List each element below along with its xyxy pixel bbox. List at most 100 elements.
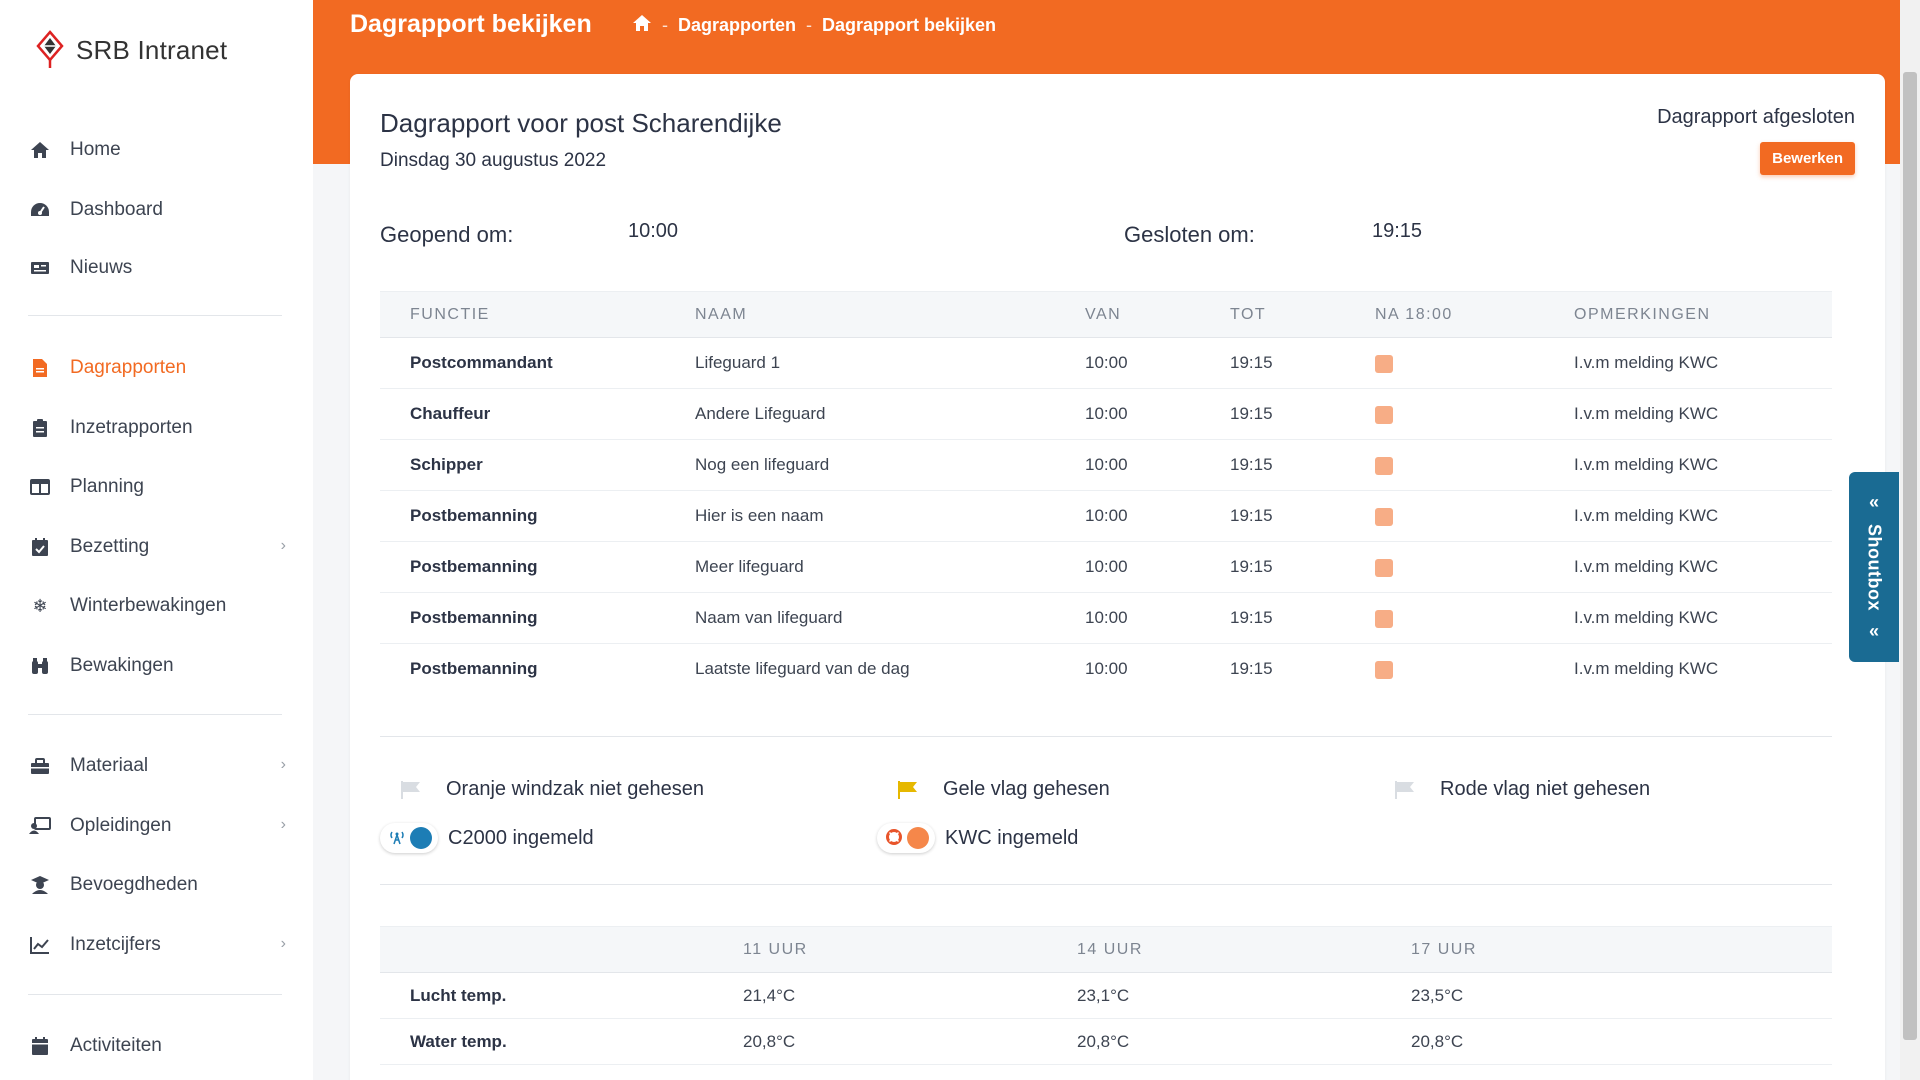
- sidebar-item-bezetting[interactable]: Bezetting ›: [28, 527, 286, 567]
- table-row: Schipper Nog een lifeguard 10:00 19:15 I…: [380, 439, 1832, 491]
- table-row: Postcommandant Lifeguard 1 10:00 19:15 I…: [380, 337, 1832, 389]
- table-row: Lucht temp. 21,4°C 23,1°C 23,5°C: [380, 972, 1832, 1019]
- kwc-toggle[interactable]: [877, 823, 935, 853]
- after-18-indicator: [1375, 660, 1393, 679]
- after-18-indicator: [1375, 405, 1393, 424]
- sidebar-item-label: Dagrapporten: [70, 357, 187, 378]
- cell-opmerkingen: I.v.m melding KWC: [1544, 592, 1832, 644]
- double-chevron-left-icon: «: [1868, 492, 1879, 512]
- cell-na-1800: [1345, 490, 1544, 542]
- shoutbox-tab[interactable]: « Shoutbox «: [1849, 472, 1899, 662]
- cell-value: 23,1°C: [1047, 972, 1381, 1019]
- clipboard-icon: [28, 416, 52, 440]
- registration-label: C2000 ingemeld: [448, 826, 594, 849]
- column-header: [380, 926, 713, 973]
- cell-functie: Postbemanning: [380, 541, 665, 593]
- sidebar-item-planning[interactable]: Planning: [28, 467, 286, 507]
- registration-kwc: KWC ingemeld: [877, 823, 1078, 853]
- sidebar-item-inzetcijfers[interactable]: Inzetcijfers ›: [28, 925, 286, 965]
- calendar-icon: [28, 1034, 52, 1058]
- cell-naam: Laatste lifeguard van de dag: [695, 659, 910, 679]
- sidebar-item-bevoegdheden[interactable]: Bevoegdheden: [28, 865, 286, 905]
- column-header: NAAM: [665, 291, 1055, 338]
- logo-icon: [36, 30, 64, 68]
- breadcrumb-separator: -: [806, 15, 813, 35]
- crew-table: FUNCTIE NAAM VAN TOT NA 18:00 OPMERKINGE…: [380, 291, 1832, 695]
- cell-van: 10:00: [1055, 541, 1200, 593]
- toolbox-icon: [28, 754, 52, 778]
- app-logo[interactable]: SRB Intranet: [36, 30, 227, 70]
- status-dot: [907, 827, 929, 849]
- sidebar-item-label: Bezetting: [70, 536, 150, 557]
- sidebar-item-dagrapporten[interactable]: Dagrapporten: [28, 348, 286, 388]
- cell-functie: Postbemanning: [380, 490, 665, 542]
- sidebar-item-label: Winterbewakingen: [70, 595, 227, 616]
- sidebar-item-materiaal[interactable]: Materiaal ›: [28, 746, 286, 786]
- calendar-check-icon: [28, 535, 52, 559]
- cell-opmerkingen: I.v.m melding KWC: [1544, 541, 1832, 593]
- sidebar-item-inzetrapporten[interactable]: Inzetrapporten: [28, 408, 286, 448]
- home-icon[interactable]: [632, 14, 652, 37]
- sidebar-item-nieuws[interactable]: Nieuws: [28, 248, 286, 288]
- cell-naam: Meer lifeguard: [665, 541, 1055, 593]
- teacher-icon: [28, 814, 52, 838]
- sidebar-item-bewakingen[interactable]: Bewakingen: [28, 646, 286, 686]
- scrollbar[interactable]: [1900, 0, 1920, 1080]
- cell-opmerkingen: I.v.m melding KWC: [1574, 659, 1719, 679]
- status-dot: [410, 827, 432, 849]
- cell-na-1800: [1345, 541, 1544, 593]
- table-header-row: 11 UUR 14 UUR 17 UUR: [380, 926, 1832, 973]
- file-icon: [28, 356, 52, 380]
- shoutbox-label: Shoutbox: [1864, 523, 1885, 611]
- report-card: Dagrapport voor post Scharendijke Dinsda…: [350, 74, 1885, 1080]
- cell-naam: Naam van lifeguard: [665, 592, 1055, 644]
- chevron-right-icon: ›: [280, 935, 286, 952]
- sidebar-item-activiteiten[interactable]: Activiteiten: [28, 1026, 286, 1066]
- cell-functie: Postbemanning: [380, 592, 665, 644]
- cell-van: 10:00: [1055, 388, 1200, 440]
- sidebar-divider: [28, 994, 282, 995]
- cell-na-1800: [1345, 388, 1544, 440]
- sidebar-item-label: Materiaal: [70, 755, 149, 776]
- cell-functie: Chauffeur: [380, 388, 665, 440]
- cell-functie: Schipper: [380, 439, 665, 491]
- flag-icon: [401, 780, 420, 799]
- snowflake-icon: ❄: [32, 595, 48, 616]
- cell-opmerkingen: I.v.m melding KWC: [1544, 388, 1832, 440]
- column-header: OPMERKINGEN: [1544, 291, 1832, 338]
- sidebar-item-winterbewakingen[interactable]: ❄ Winterbewakingen: [28, 586, 286, 626]
- scrollbar-thumb[interactable]: [1903, 72, 1917, 1040]
- radio-tower-icon: [389, 829, 405, 848]
- sidebar: SRB Intranet Home Dashboard Nieuws Dagra…: [0, 0, 313, 1080]
- closed-value: 19:15: [1372, 220, 1423, 242]
- sidebar-item-opleidingen[interactable]: Opleidingen ›: [28, 806, 286, 846]
- dashboard-icon: [28, 198, 52, 222]
- cell-value: 20,8°C: [713, 1018, 1047, 1065]
- sidebar-item-label: Inzetrapporten: [70, 417, 193, 438]
- cell-tot: 19:15: [1200, 337, 1345, 389]
- cell-van: 10:00: [1055, 439, 1200, 491]
- registration-c2000: C2000 ingemeld: [380, 823, 594, 853]
- cell-opmerkingen: I.v.m melding KWC: [1544, 490, 1832, 542]
- binoculars-icon: [28, 654, 52, 678]
- cell-tot: 19:15: [1200, 439, 1345, 491]
- after-18-indicator: [1375, 558, 1393, 577]
- chevron-right-icon: ›: [280, 816, 286, 833]
- cell-tot: 19:15: [1200, 541, 1345, 593]
- edit-button[interactable]: Bewerken: [1760, 142, 1855, 175]
- cell-naam: Lifeguard 1: [665, 337, 1055, 389]
- sidebar-item-label: Opleidingen: [70, 815, 172, 836]
- c2000-toggle[interactable]: [380, 823, 438, 853]
- cell-na-1800: [1345, 644, 1544, 695]
- table-row: Postbemanning Naam van lifeguard 10:00 1…: [380, 592, 1832, 644]
- breadcrumb-separator: -: [662, 15, 668, 35]
- sidebar-item-label: Bewakingen: [70, 655, 174, 676]
- news-icon: [28, 256, 52, 280]
- breadcrumb: - Dagrapporten - Dagrapport bekijken: [632, 14, 996, 37]
- sidebar-item-home[interactable]: Home: [28, 130, 286, 170]
- flag-status-rode-vlag: Rode vlag niet gehesen: [1394, 778, 1650, 801]
- breadcrumb-link-dagrapporten[interactable]: Dagrapporten: [678, 15, 796, 36]
- sidebar-item-dashboard[interactable]: Dashboard: [28, 190, 286, 230]
- flag-status-gele-vlag: Gele vlag gehesen: [897, 778, 1110, 801]
- report-status: Dagrapport afgesloten: [1657, 106, 1855, 128]
